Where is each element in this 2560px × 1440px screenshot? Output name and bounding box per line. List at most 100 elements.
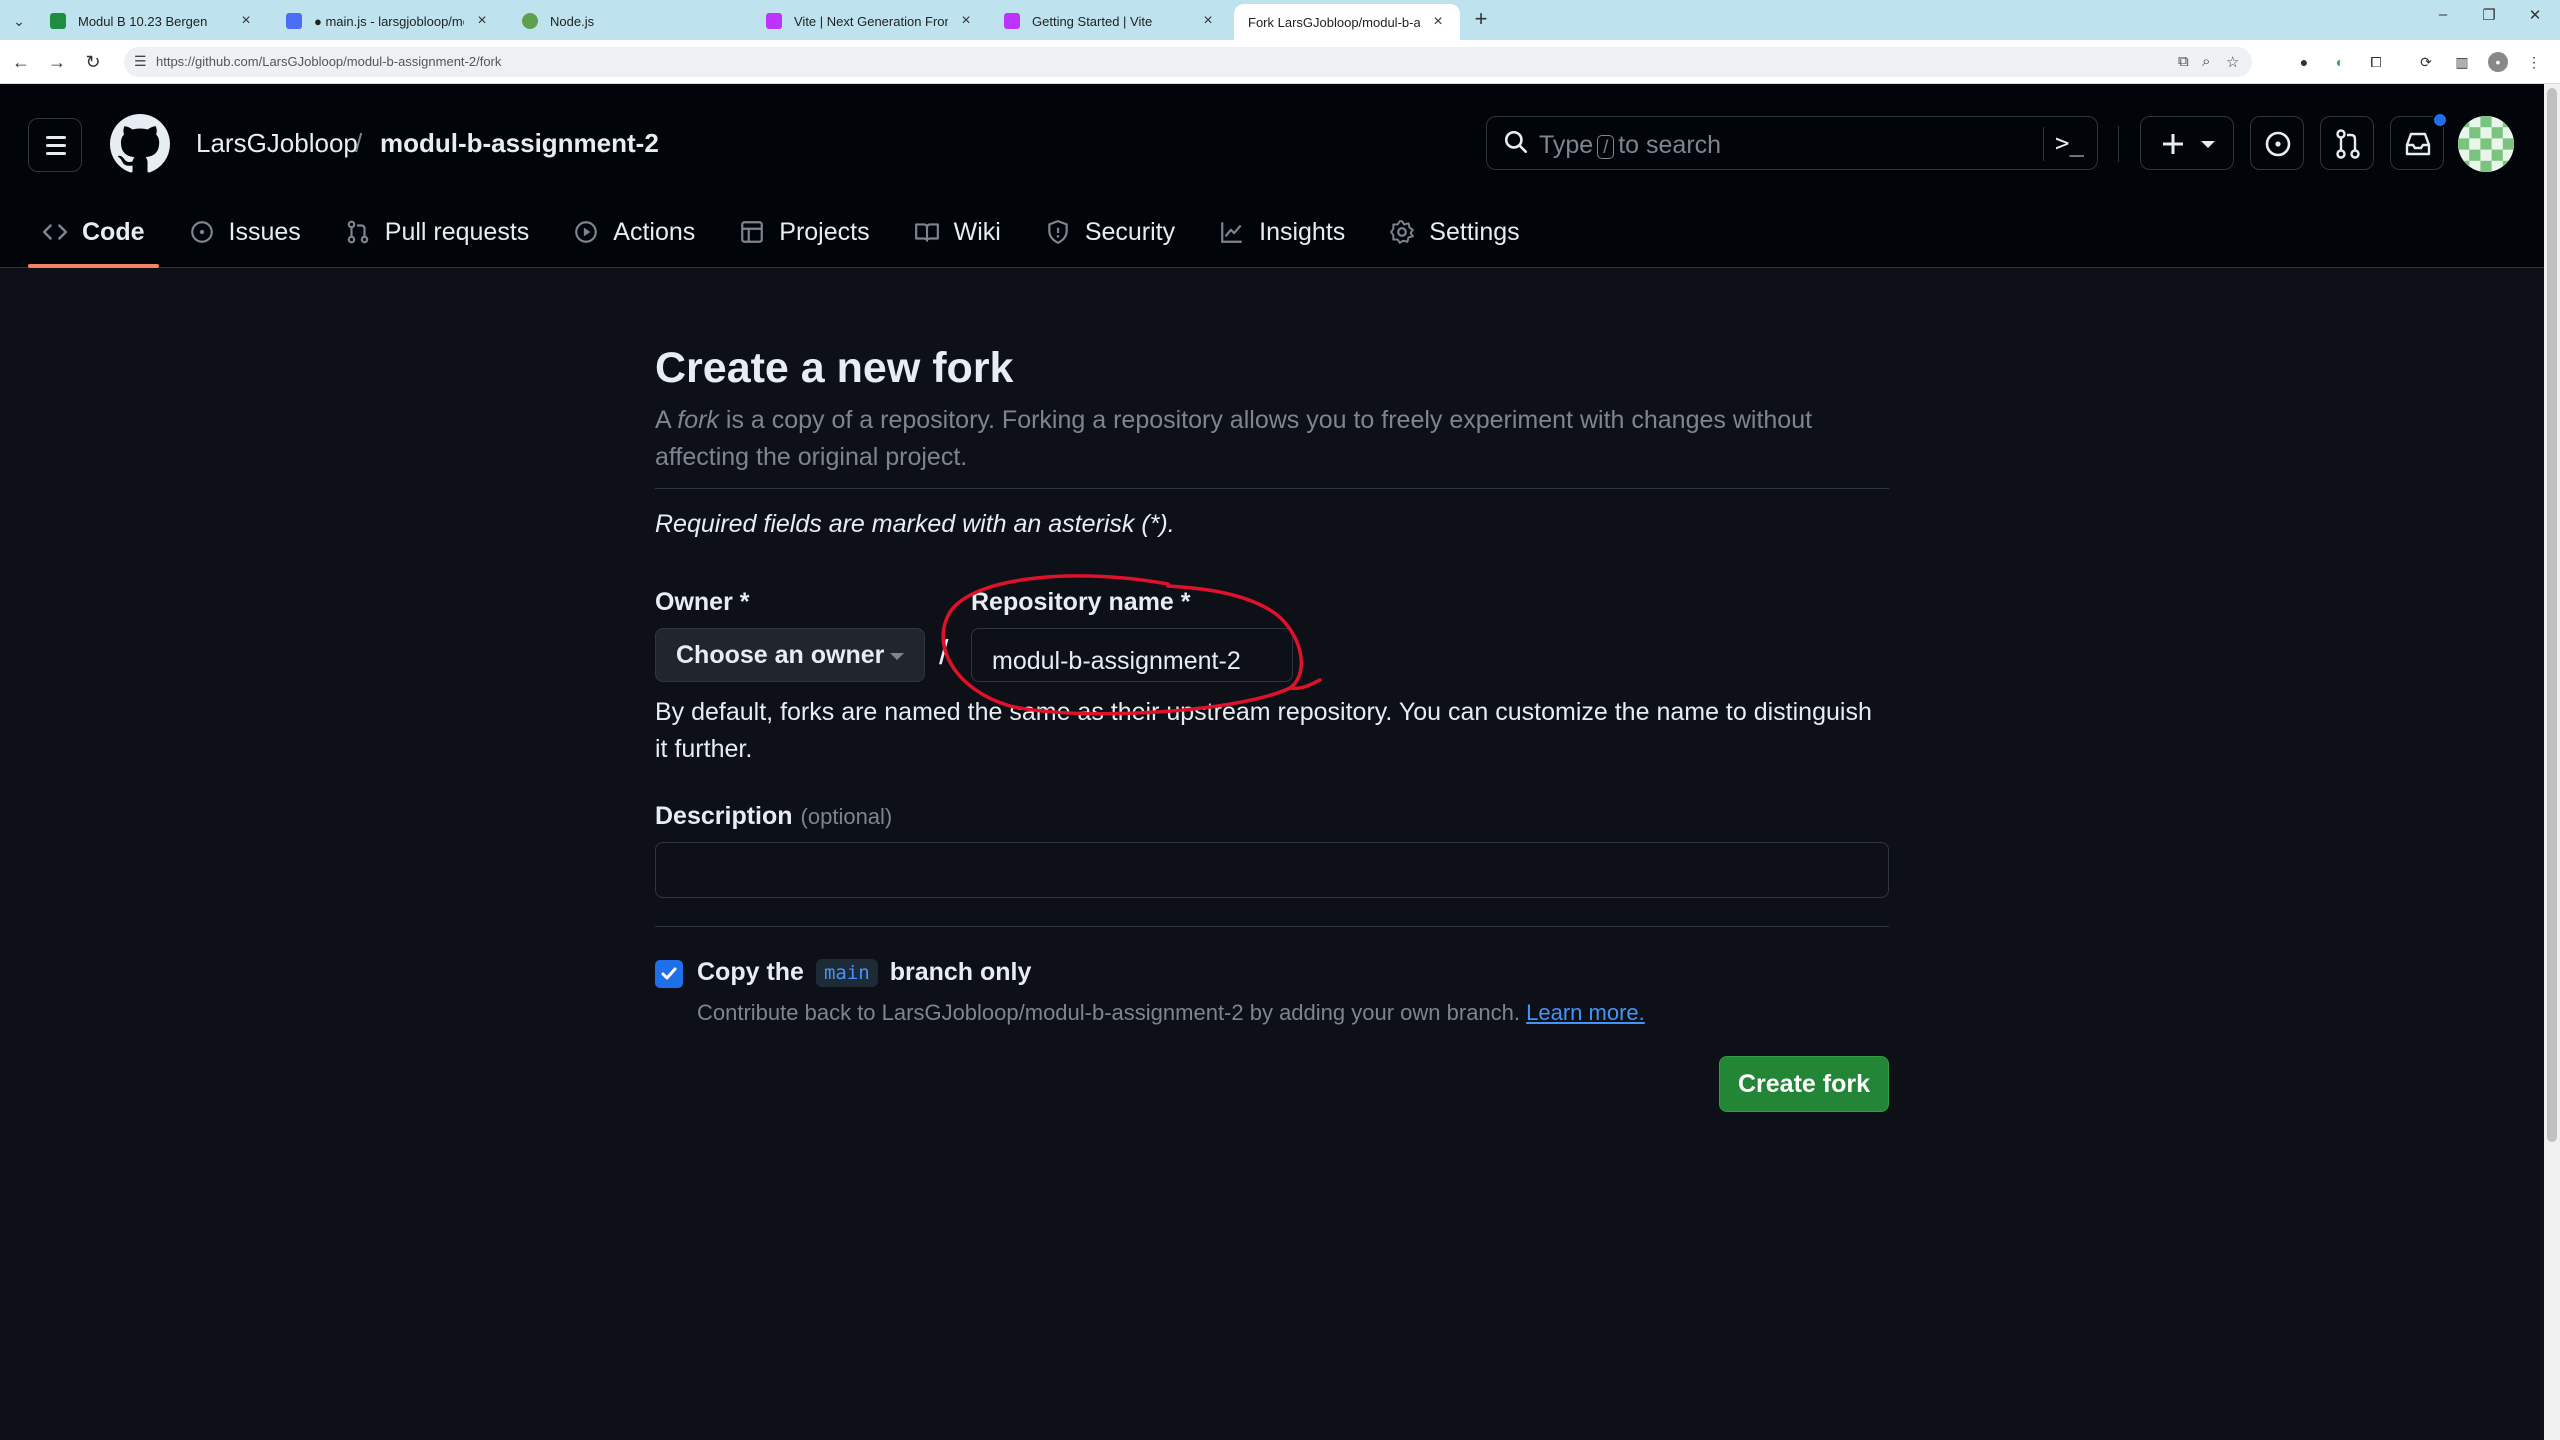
pull-request-icon (2336, 129, 2360, 159)
editor-icon (286, 13, 302, 29)
intro-text: A fork is a copy of a repository. Forkin… (655, 406, 1813, 471)
reload-icon[interactable]: ↻ (80, 49, 106, 75)
description-label: Description (optional) (655, 802, 893, 830)
hamburger-menu-button[interactable] (28, 118, 82, 172)
caret-down-icon (890, 653, 904, 660)
issue-icon (190, 221, 213, 243)
copy-main-only-checkbox[interactable] (655, 960, 683, 988)
search-placeholder: Type / to search (1539, 131, 1722, 159)
command-palette-icon[interactable]: >_ (2055, 129, 2084, 157)
repo-nav: Code Issues Pull requests Actions Projec… (28, 202, 1550, 268)
identicon-icon (2458, 116, 2514, 172)
owner-repo-separator: / (939, 634, 949, 672)
browser-tab[interactable]: Vite | Next Generation Frontend × (752, 4, 988, 38)
sheets-icon (50, 13, 66, 29)
browser-tab[interactable]: Node.js (508, 4, 748, 38)
sync-icon[interactable]: ⟳ (2416, 52, 2436, 72)
pull-requests-button[interactable] (2320, 116, 2374, 170)
forward-icon[interactable]: → (44, 49, 70, 75)
contribute-note: Contribute back to LarsGJobloop/modul-b-… (697, 1000, 1645, 1025)
owner-dropdown[interactable]: Choose an owner (655, 628, 925, 682)
profile-avatar-icon[interactable]: • (2488, 52, 2508, 72)
site-info-icon[interactable]: ☰ (134, 53, 147, 70)
name-hint: By default, forks are named the same as … (655, 698, 1872, 763)
extensions-puzzle-icon[interactable]: ⧠ (2366, 52, 2386, 72)
tab-search-chevron-icon[interactable]: ⌄ (6, 8, 32, 34)
browser-tab[interactable]: Modul B 10.23 Bergen × (36, 4, 268, 38)
scrollbar-thumb[interactable] (2547, 88, 2557, 1142)
minimize-icon[interactable]: – (2428, 6, 2458, 23)
search-icon (1504, 130, 1528, 154)
issue-icon (2265, 131, 2291, 157)
tab-code[interactable]: Code (28, 202, 159, 268)
browser-tab-strip: ⌄ Modul B 10.23 Bergen × ● main.js - lar… (0, 0, 2560, 40)
browser-tab-active[interactable]: Fork LarsGJobloop/modul-b-as × (1234, 4, 1460, 40)
pull-request-icon (347, 220, 369, 244)
page-title: Create a new fork (655, 344, 1014, 392)
gear-icon (1390, 220, 1415, 244)
new-tab-button[interactable]: + (1466, 6, 1496, 32)
issues-button[interactable] (2250, 116, 2304, 170)
tab-pull-requests[interactable]: Pull requests (331, 202, 544, 262)
github-header: LarsGJobloop / modul-b-assignment-2 Type… (0, 84, 2544, 268)
search-input[interactable]: Type / to search >_ (1486, 116, 2098, 170)
shield-icon (1048, 220, 1068, 244)
extension-icon[interactable]: ◐ (2330, 52, 2350, 72)
required-note: Required fields are marked with an aster… (655, 510, 1175, 538)
book-icon (914, 223, 939, 242)
restore-icon[interactable]: ❐ (2474, 6, 2504, 24)
create-fork-button[interactable]: Create fork (1719, 1056, 1889, 1112)
tab-actions[interactable]: Actions (559, 202, 709, 262)
description-input[interactable] (655, 842, 1889, 898)
back-icon[interactable]: ← (8, 49, 34, 75)
breadcrumb-owner[interactable]: LarsGJobloop (196, 128, 358, 159)
divider (655, 926, 1889, 927)
github-logo-icon[interactable] (110, 114, 170, 174)
bookmark-star-icon[interactable]: ☆ (2226, 53, 2239, 71)
tab-wiki[interactable]: Wiki (900, 202, 1015, 262)
check-icon (661, 967, 677, 980)
divider (655, 488, 1889, 489)
extension-icon[interactable]: ● (2294, 52, 2314, 72)
tab-settings[interactable]: Settings (1375, 202, 1533, 262)
side-panel-icon[interactable]: ▥ (2452, 52, 2472, 72)
browser-toolbar: ← → ↻ ☰ https://github.com/LarsGJobloop/… (0, 40, 2560, 84)
close-tab-icon[interactable]: × (474, 12, 490, 30)
close-tab-icon[interactable]: × (1200, 12, 1216, 30)
nodejs-icon (522, 13, 538, 29)
browser-tab[interactable]: ● main.js - larsgjobloop/modul × (272, 4, 504, 38)
tab-insights[interactable]: Insights (1205, 202, 1359, 262)
code-icon (42, 224, 68, 240)
tab-security[interactable]: Security (1031, 202, 1189, 262)
address-bar[interactable]: ☰ https://github.com/LarsGJobloop/modul-… (124, 47, 2252, 77)
vite-icon (1004, 13, 1020, 29)
copy-branch-label: Copy the main branch only (697, 958, 1032, 987)
owner-label: Owner * (655, 588, 750, 616)
close-tab-icon[interactable]: × (1430, 13, 1446, 31)
create-new-button[interactable] (2140, 116, 2234, 170)
tab-projects[interactable]: Projects (725, 202, 883, 262)
url-text[interactable]: https://github.com/LarsGJobloop/modul-b-… (156, 54, 501, 69)
breadcrumb-repo[interactable]: modul-b-assignment-2 (380, 128, 659, 159)
branch-name: main (815, 958, 878, 987)
close-tab-icon[interactable]: × (238, 12, 254, 30)
repo-name-input[interactable] (971, 628, 1293, 682)
slash-key-hint: / (1597, 135, 1615, 159)
avatar[interactable] (2458, 116, 2514, 172)
search-divider (2043, 127, 2044, 161)
graph-icon (1221, 222, 1242, 243)
browser-tab[interactable]: Getting Started | Vite × (990, 4, 1230, 38)
learn-more-link[interactable]: Learn more. (1526, 1000, 1645, 1025)
zoom-icon[interactable]: ⌕ (2202, 53, 2210, 70)
play-icon (575, 221, 598, 243)
page-scrollbar[interactable] (2544, 84, 2560, 1440)
close-window-icon[interactable]: ✕ (2520, 6, 2550, 24)
plus-icon (2163, 134, 2215, 154)
browser-menu-icon[interactable]: ⋮ (2524, 52, 2544, 72)
tab-issues[interactable]: Issues (175, 202, 315, 262)
table-icon (741, 221, 764, 243)
header-divider (2118, 126, 2119, 162)
close-tab-icon[interactable]: × (958, 12, 974, 30)
install-app-icon[interactable]: ⧉ (2178, 53, 2189, 70)
vite-icon (766, 13, 782, 29)
